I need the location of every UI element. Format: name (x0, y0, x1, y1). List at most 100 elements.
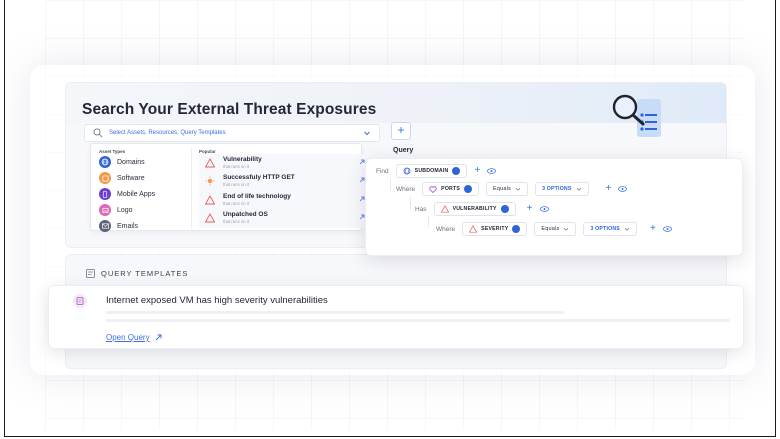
popular-item-sub: that runs on it (223, 182, 250, 187)
query-row-find: Find SUBDOMAIN + (376, 164, 497, 178)
severity-label: SEVERITY (481, 226, 509, 232)
ports-chip[interactable]: PORTS (422, 182, 480, 196)
asset-item-label: Domains (117, 158, 145, 166)
query-templates-heading: QUERY TEMPLATES (86, 269, 188, 278)
options-select[interactable]: 3 OPTIONS (535, 182, 589, 196)
popular-item-http-get[interactable]: Successfuly HTTP GET that runs on it (205, 174, 365, 187)
column-divider (191, 147, 192, 229)
options-select[interactable]: 3 OPTIONS (583, 222, 637, 236)
asset-item-domains[interactable]: Domains (99, 156, 145, 168)
asset-item-emails[interactable]: Emails (99, 220, 138, 232)
open-query-link[interactable]: Open Query (106, 333, 162, 342)
vulnerability-label: VULNERABILITY (452, 206, 497, 212)
screenshot-frame: Search Your External Threat Exposures Se… (4, 0, 776, 437)
operator-select[interactable]: Equals (534, 222, 577, 236)
asset-types-heading: Asset Types (99, 149, 126, 154)
chevron-down-icon (624, 227, 630, 231)
image-icon (99, 204, 111, 216)
operator-label: Equals (541, 226, 560, 232)
arrow-up-right-icon (155, 334, 162, 341)
warning-icon (440, 205, 449, 213)
query-templates-title: QUERY TEMPLATES (101, 269, 189, 278)
software-icon (99, 172, 111, 184)
tree-connector (390, 179, 391, 191)
warning-icon (469, 225, 478, 233)
count-badge (452, 167, 461, 175)
add-query-button[interactable]: + (391, 122, 411, 140)
page-title: Search Your External Threat Exposures (82, 101, 377, 118)
query-builder-card: Find SUBDOMAIN + Where PORTS Equals 3 OP… (365, 158, 743, 256)
add-condition-button[interactable]: + (527, 204, 533, 214)
asset-item-software[interactable]: Software (99, 172, 145, 184)
count-badge (464, 185, 473, 193)
search-input[interactable]: Select Assets, Resources, Query Template… (84, 124, 380, 142)
open-query-label: Open Query (106, 333, 150, 342)
template-card-title: Internet exposed VM has high severity vu… (106, 295, 328, 306)
mobile-icon (99, 188, 111, 200)
operator-select[interactable]: Equals (486, 182, 529, 196)
add-condition-button[interactable]: + (474, 166, 480, 176)
popular-item-sub: that runs on it (223, 219, 250, 224)
count-badge (500, 205, 509, 213)
count-badge (512, 225, 521, 233)
subdomain-label: SUBDOMAIN (414, 168, 449, 174)
eye-icon[interactable] (662, 226, 672, 232)
find-label: Find (376, 167, 389, 175)
template-icon (86, 269, 95, 278)
popular-item-title: Unpatched OS (223, 211, 268, 218)
subdomain-chip[interactable]: SUBDOMAIN (395, 164, 468, 178)
asset-item-logo[interactable]: Logo (99, 204, 133, 216)
template-doc-icon (73, 294, 87, 308)
options-label: 3 OPTIONS (542, 186, 572, 192)
where-label: Where (436, 225, 456, 233)
asset-dropdown: Asset Types Domains Software Mobile Apps (90, 143, 371, 232)
chevron-down-icon (515, 187, 521, 191)
popular-item-sub: that runs on it (223, 201, 250, 206)
add-condition-button[interactable]: + (650, 224, 656, 234)
asset-item-label: Logo (117, 206, 133, 214)
warning-icon (205, 195, 215, 205)
globe-icon (403, 167, 411, 175)
placeholder-line (106, 319, 730, 322)
popular-list: Vulnerability that runs on it Successfuly… (199, 154, 371, 228)
options-label: 3 OPTIONS (590, 226, 620, 232)
vulnerability-chip[interactable]: VULNERABILITY (433, 202, 516, 216)
asset-item-label: Mobile Apps (117, 190, 156, 198)
warning-icon (205, 158, 215, 168)
asset-item-mobile-apps[interactable]: Mobile Apps (99, 188, 155, 200)
globe-icon (99, 156, 111, 168)
ports-label: PORTS (441, 186, 461, 192)
mail-icon (99, 220, 111, 232)
asset-item-label: Emails (117, 222, 139, 230)
placeholder-line (106, 311, 564, 314)
popular-item-end-of-life[interactable]: End of life technology that runs on it (205, 193, 365, 206)
chevron-down-icon (576, 187, 581, 191)
chevron-down-icon[interactable] (363, 129, 371, 137)
popular-item-title: End of life technology (223, 193, 291, 200)
query-template-card[interactable]: Internet exposed VM has high severity vu… (48, 285, 744, 349)
popular-item-title: Vulnerability (223, 156, 262, 163)
eye-icon[interactable] (539, 206, 549, 212)
severity-chip[interactable]: SEVERITY (462, 222, 528, 236)
popular-item-title: Successfuly HTTP GET (223, 174, 295, 181)
tree-connector (410, 197, 411, 209)
query-label: Query (393, 147, 414, 154)
chevron-down-icon (564, 227, 569, 231)
search-placeholder: Select Assets, Resources, Query Template… (109, 130, 226, 136)
warning-icon (205, 213, 215, 223)
operator-label: Equals (493, 186, 512, 192)
asset-item-label: Software (117, 174, 145, 182)
magnifier-document-icon (612, 94, 661, 137)
popular-item-unpatched-os[interactable]: Unpatched OS that runs on it (205, 211, 365, 224)
heart-icon (429, 185, 437, 193)
where-label: Where (396, 185, 416, 193)
popular-item-vulnerability[interactable]: Vulnerability that runs on it (205, 156, 365, 169)
eye-icon[interactable] (487, 168, 497, 174)
search-icon (93, 128, 103, 138)
query-row-where-severity: Where SEVERITY Equals 3 OPTIONS + (436, 222, 672, 236)
query-row-has-vulnerability: Has VULNERABILITY + (415, 202, 549, 216)
add-condition-button[interactable]: + (606, 184, 612, 194)
eye-icon[interactable] (618, 186, 628, 192)
has-label: Has (415, 205, 427, 213)
query-row-where-ports: Where PORTS Equals 3 OPTIONS + (396, 182, 628, 196)
